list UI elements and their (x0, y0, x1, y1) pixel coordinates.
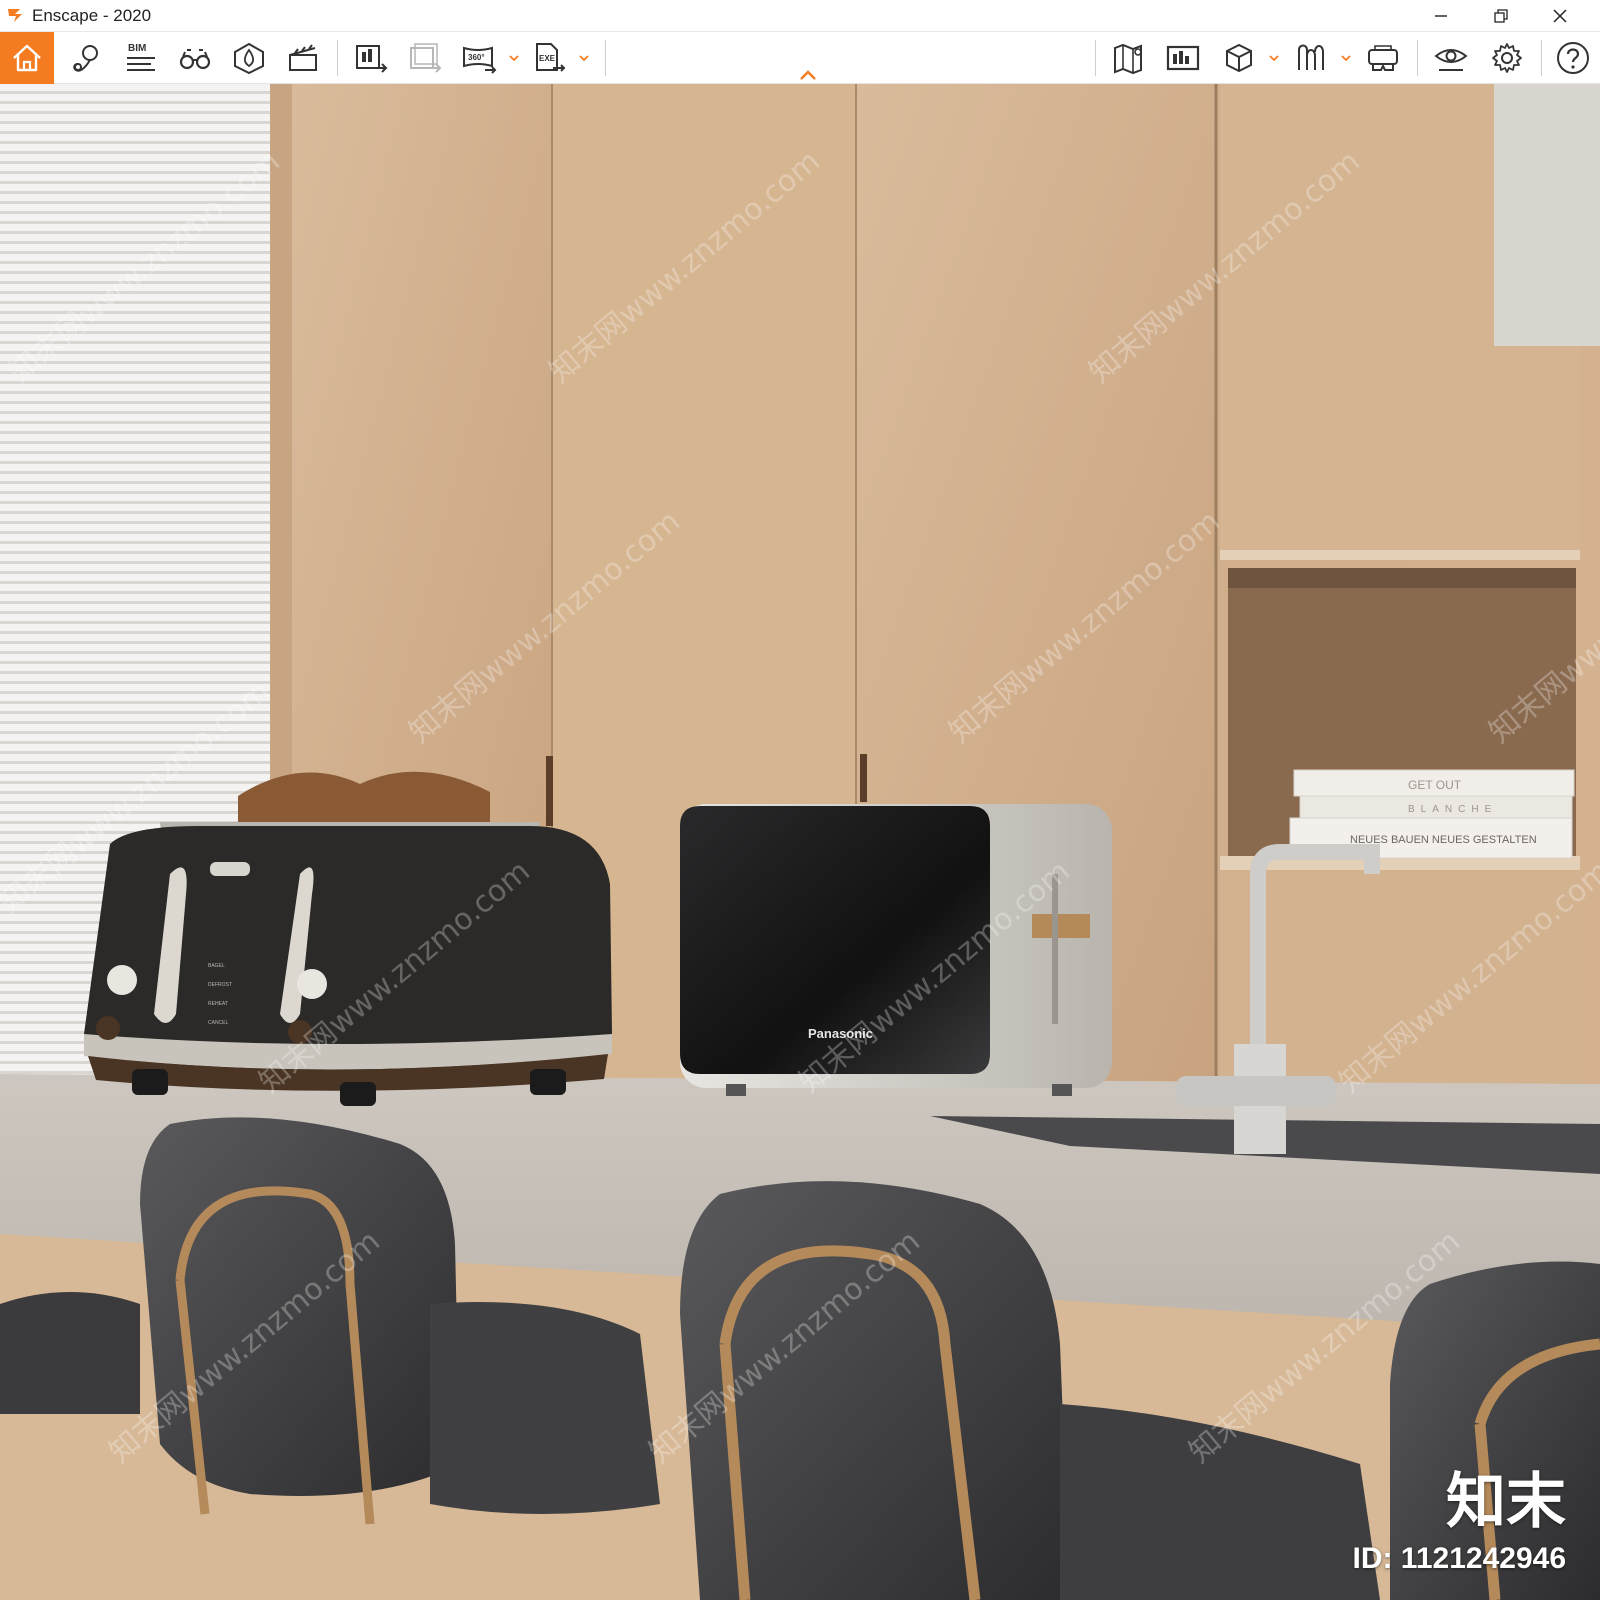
restore-button[interactable] (1473, 0, 1529, 32)
chevron-down-icon[interactable] (578, 52, 590, 64)
panasonic-toaster: Panasonic (680, 804, 1112, 1096)
home-button[interactable] (0, 32, 54, 84)
gear-icon (1492, 43, 1522, 73)
vr-headset-icon (1368, 45, 1398, 71)
cube-icon (1226, 43, 1252, 73)
close-button[interactable] (1532, 0, 1588, 32)
binoculars-icon (179, 49, 211, 70)
title-bar[interactable]: Enscape - 2020 (0, 0, 1600, 32)
svg-text:EXE: EXE (539, 54, 556, 63)
restore-icon (1494, 9, 1508, 23)
batch-render-button[interactable] (398, 32, 452, 84)
upload-button[interactable] (1156, 32, 1210, 84)
enscape-logo-icon (8, 9, 22, 22)
watermark-badge: 知末 ID: 1121242946 (1352, 1472, 1566, 1576)
book-spine-1: GET OUT (1408, 778, 1462, 792)
chevron-down-icon[interactable] (1340, 52, 1352, 64)
export-exe-button[interactable]: EXE (522, 32, 589, 84)
material-icon (1298, 44, 1324, 70)
bim-icon: BIM (127, 43, 155, 71)
atmosphere-icon (234, 42, 264, 75)
svg-text:360°: 360° (468, 53, 485, 62)
help-button[interactable] (1548, 32, 1598, 84)
rendered-scene: GET OUT BLANCHE NEUES BAUEN NEUES GESTAL… (0, 84, 1600, 1600)
upload-icon (1166, 45, 1200, 71)
home-icon (13, 44, 41, 72)
export-panorama-button[interactable]: 360° (452, 32, 519, 84)
collapse-toolbar-chevron-icon[interactable] (798, 68, 818, 82)
chevron-down-icon[interactable] (1268, 52, 1280, 64)
export-exe-icon: EXE (536, 43, 566, 72)
views-button[interactable] (60, 32, 112, 84)
clapperboard-icon (289, 44, 317, 71)
toaster-label-bagel: BAGEL (208, 963, 225, 969)
map-button[interactable] (1102, 32, 1156, 84)
map-icon (1114, 43, 1142, 75)
render-viewport[interactable]: GET OUT BLANCHE NEUES BAUEN NEUES GESTAL… (0, 84, 1600, 1600)
toolbar-separator (1095, 40, 1096, 76)
chevron-down-icon[interactable] (508, 52, 520, 64)
map-pin-icon (73, 45, 98, 72)
vr-headset-button[interactable] (1356, 32, 1410, 84)
minimize-button[interactable] (1413, 0, 1469, 32)
close-icon (1553, 9, 1567, 23)
asset-library-button[interactable] (1212, 32, 1279, 84)
watermark-logo: 知末 (1446, 1467, 1566, 1537)
eye-icon (1434, 49, 1468, 71)
visual-settings-button[interactable] (1424, 32, 1478, 84)
toaster-label-defrost: DEFROST (208, 982, 232, 988)
toolbar-separator (337, 40, 338, 76)
export-image-button[interactable] (344, 32, 398, 84)
toaster-label-reheat: REHEAT (208, 1001, 228, 1007)
window-title: Enscape - 2020 (32, 6, 152, 25)
batch-render-icon (410, 43, 442, 73)
export-image-icon (356, 45, 388, 73)
atmosphere-button[interactable] (222, 32, 276, 84)
panorama-360-icon: 360° (463, 46, 497, 74)
toolbar-separator (1417, 40, 1418, 76)
material-editor-button[interactable] (1284, 32, 1351, 84)
minimize-icon (1435, 15, 1447, 17)
walk-mode-button[interactable] (168, 32, 222, 84)
svg-text:BIM: BIM (128, 43, 146, 54)
toolbar-separator (605, 40, 606, 76)
watermark-id: ID: 1121242946 (1352, 1542, 1566, 1575)
bim-button[interactable]: BIM (114, 32, 168, 84)
general-settings-button[interactable] (1480, 32, 1534, 84)
book-spine-2: BLANCHE (1408, 804, 1497, 815)
video-editor-button[interactable] (276, 32, 330, 84)
help-icon (1557, 42, 1589, 74)
toolbar-separator (1541, 40, 1542, 76)
toaster-label-cancel: CANCEL (208, 1020, 229, 1026)
